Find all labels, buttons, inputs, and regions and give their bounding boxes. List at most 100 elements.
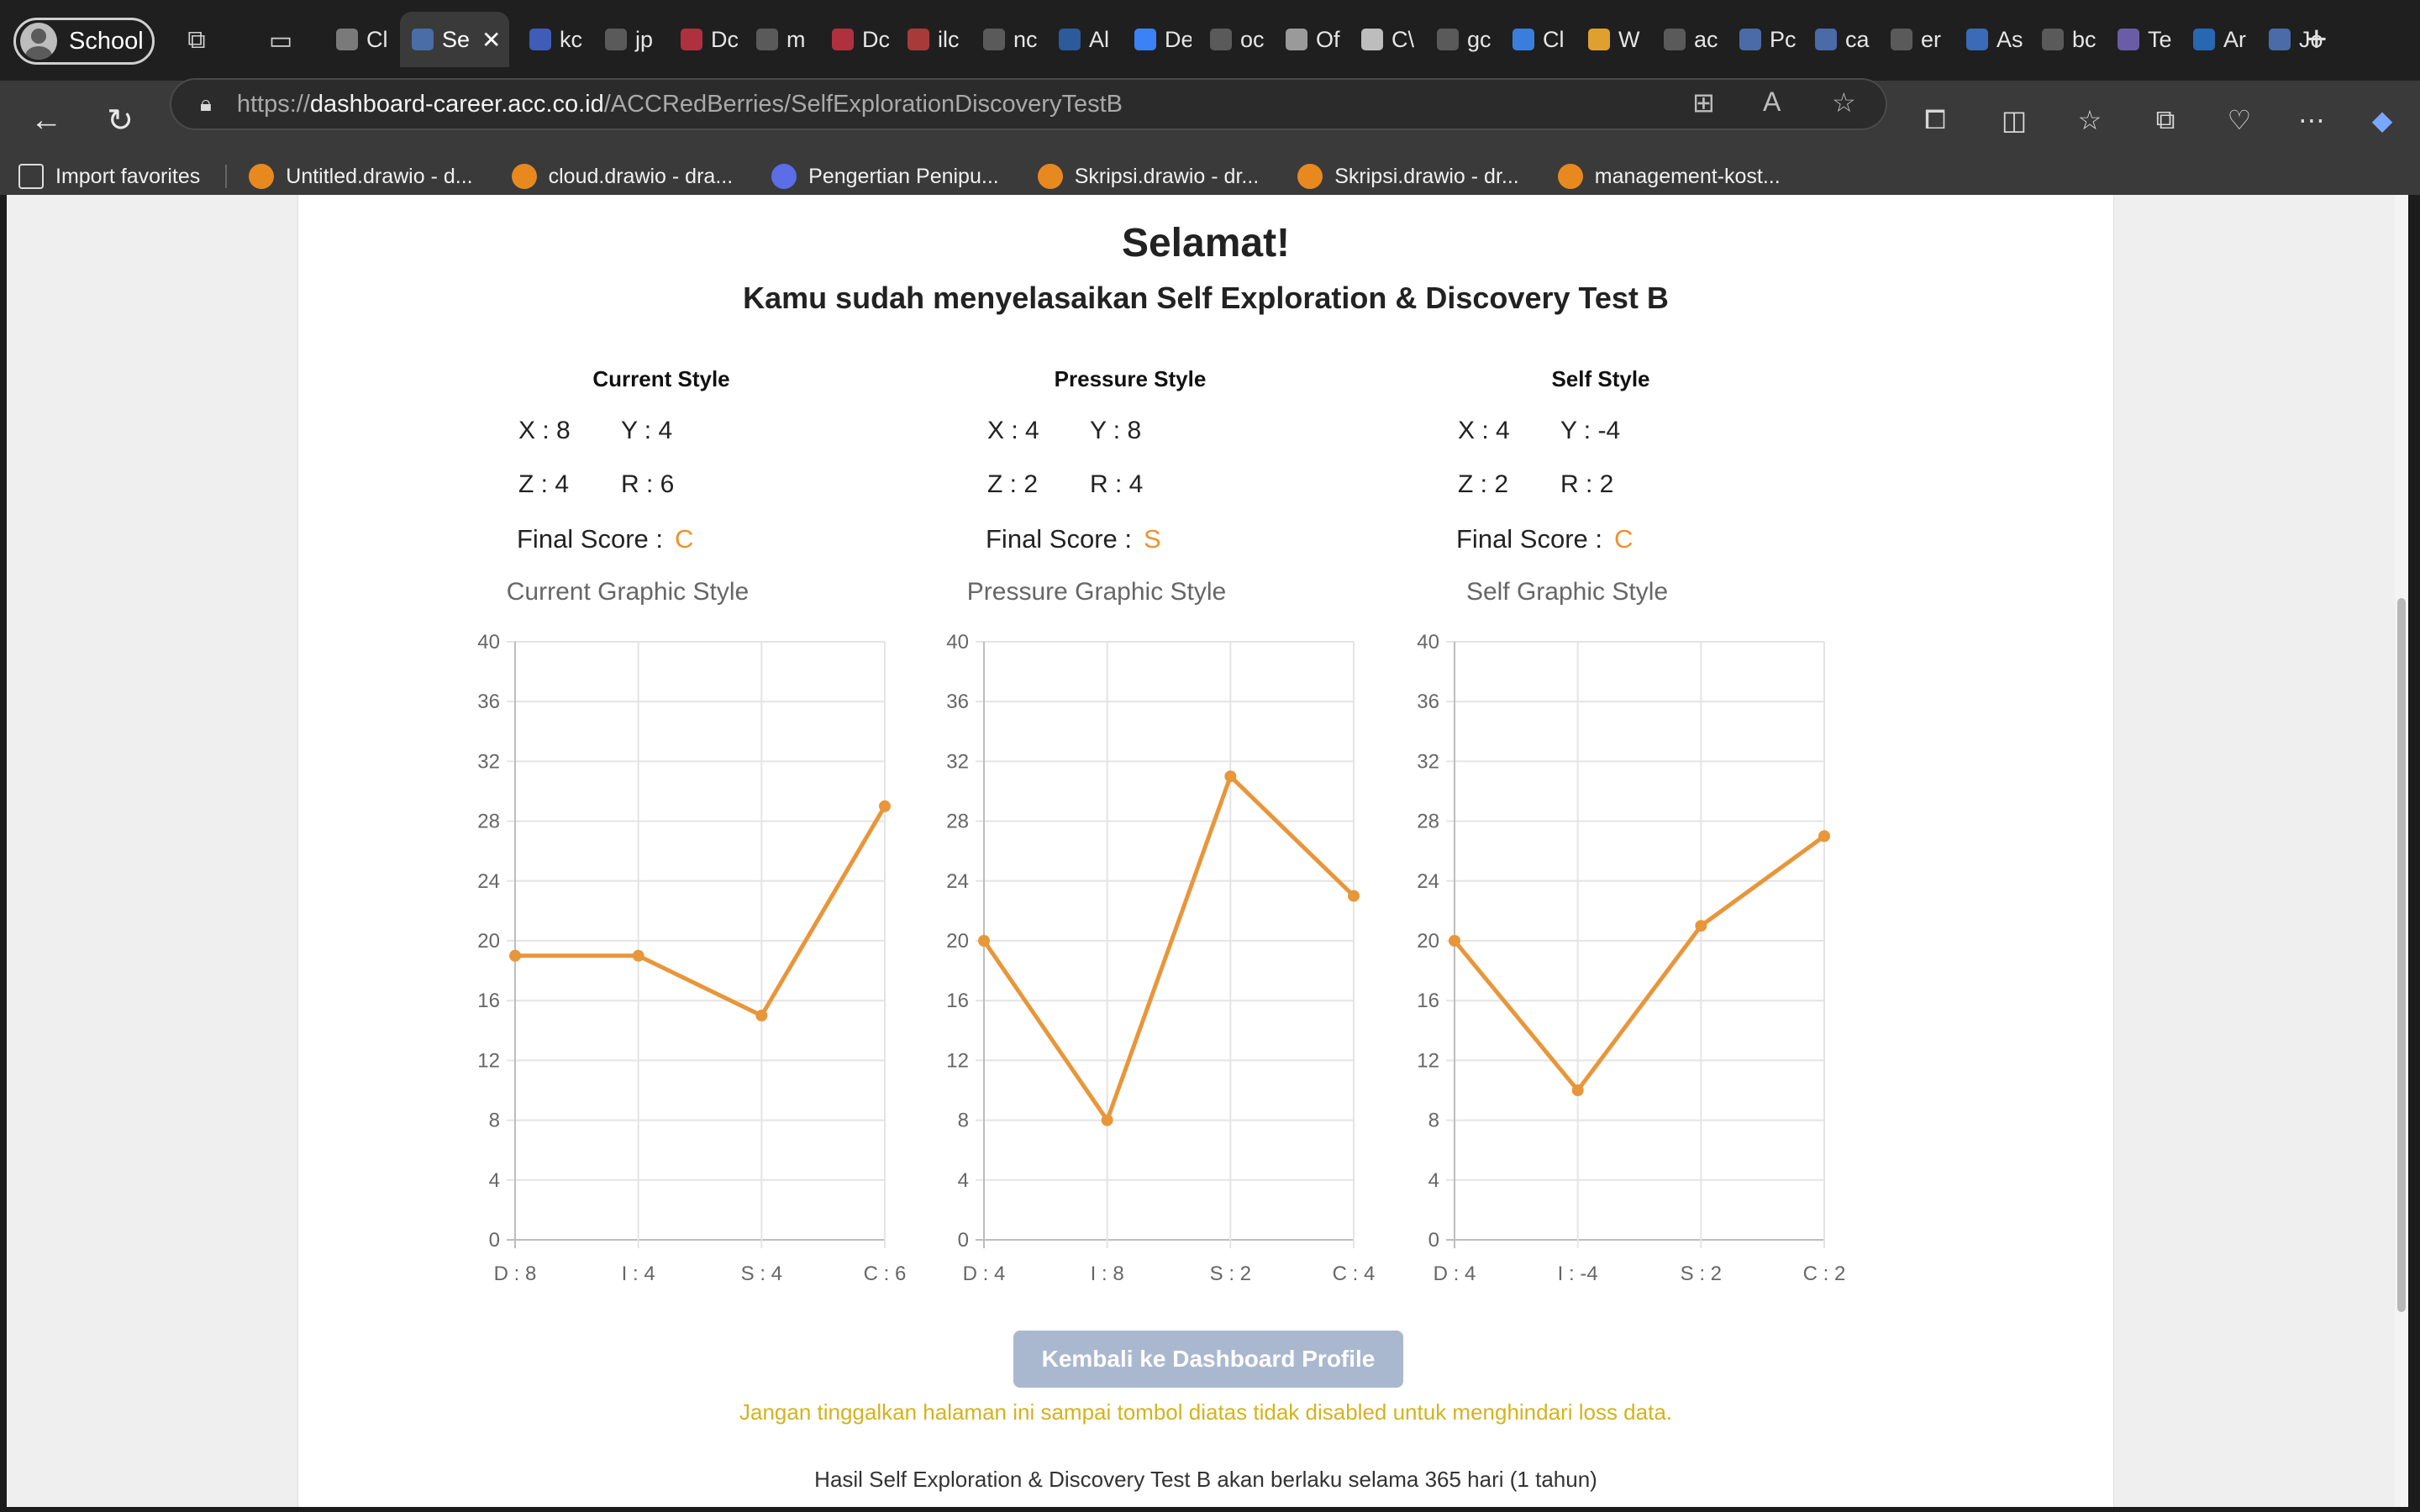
- browser-tab[interactable]: ac: [1652, 12, 1721, 67]
- data-point[interactable]: [978, 935, 990, 947]
- close-tab-icon[interactable]: ✕: [481, 26, 501, 54]
- page-subtitle: Kamu sudah menyelasaikan Self Exploratio…: [743, 281, 1669, 315]
- tab-label: jp: [635, 26, 654, 52]
- data-point[interactable]: [1224, 770, 1237, 783]
- series-line: [981, 774, 1355, 1123]
- browser-tab[interactable]: nc: [971, 12, 1040, 67]
- y-tick-label: 4: [958, 1169, 969, 1192]
- favorite-item[interactable]: Pengertian Penipu...: [771, 164, 999, 189]
- browser-essentials-icon[interactable]: ♡: [2218, 99, 2260, 141]
- favorite-item[interactable]: management-kost...: [1557, 164, 1781, 189]
- data-point[interactable]: [1348, 890, 1360, 902]
- browser-tab[interactable]: Dc: [820, 12, 889, 67]
- browser-tab[interactable]: Se ✕: [400, 12, 509, 67]
- browser-tab[interactable]: Ar: [2181, 12, 2250, 67]
- browser-tab[interactable]: Te: [2106, 12, 2175, 67]
- tab-favicon-icon: [605, 29, 627, 50]
- profile-button[interactable]: School: [13, 18, 155, 65]
- page-viewport: Selamat! Kamu sudah menyelasaikan Self E…: [7, 195, 2408, 1507]
- data-point[interactable]: [1695, 920, 1707, 932]
- lock-icon[interactable]: 🔒︎: [200, 91, 212, 118]
- score-x: X : 8: [518, 417, 571, 444]
- browser-tab[interactable]: gc: [1425, 12, 1494, 67]
- browser-tab[interactable]: ca: [1803, 12, 1872, 67]
- browser-tab[interactable]: ilc: [896, 12, 965, 67]
- more-menu-icon[interactable]: ⋯: [2291, 99, 2333, 141]
- data-point[interactable]: [1101, 1114, 1113, 1126]
- x-tick-label: C : 6: [864, 1263, 907, 1285]
- browser-tab[interactable]: Of: [1274, 12, 1343, 67]
- data-point[interactable]: [879, 800, 891, 812]
- browser-tab[interactable]: m: [744, 12, 813, 67]
- back-arrow-icon[interactable]: ←: [25, 99, 67, 141]
- browser-tab[interactable]: C\: [1349, 12, 1418, 67]
- browser-tab[interactable]: er: [1879, 12, 1948, 67]
- extensions-icon[interactable]: ⧠: [1914, 99, 1956, 141]
- final-score: Final Score : C: [1456, 524, 1633, 554]
- data-point[interactable]: [755, 1010, 768, 1021]
- workspaces-icon[interactable]: ⧉: [178, 22, 215, 59]
- favorite-item[interactable]: Skripsi.drawio - dr...: [1297, 164, 1519, 189]
- tab-label: De: [1165, 26, 1192, 52]
- back-to-dashboard-button[interactable]: Kembali ke Dashboard Profile: [1013, 1331, 1403, 1388]
- new-tab-button[interactable]: +: [2306, 18, 2328, 60]
- tab-label: ilc: [938, 26, 960, 52]
- collections-icon[interactable]: ⧉: [2144, 99, 2186, 141]
- score-z: Z : 2: [987, 470, 1039, 498]
- browser-tab[interactable]: Pc: [1728, 12, 1797, 67]
- profile-label: School: [69, 27, 144, 55]
- browser-tab[interactable]: Cl: [324, 12, 393, 67]
- data-point[interactable]: [1571, 1084, 1584, 1096]
- tab-label: As: [1996, 26, 2023, 52]
- browser-tab[interactable]: Al: [1047, 12, 1116, 67]
- y-tick-label: 8: [958, 1110, 969, 1132]
- browser-tab[interactable]: kc: [518, 12, 587, 67]
- favorite-item[interactable]: Untitled.drawio - d...: [249, 164, 473, 189]
- favorite-item[interactable]: Import favorites: [18, 164, 200, 189]
- browser-tab[interactable]: As: [1954, 12, 2023, 67]
- split-screen-icon[interactable]: ◫: [1993, 99, 2035, 141]
- browser-tab[interactable]: W: [1576, 12, 1645, 67]
- data-point[interactable]: [509, 949, 521, 962]
- y-tick-label: 0: [489, 1229, 500, 1252]
- x-tick-label: D : 4: [963, 1263, 1006, 1285]
- browser-tab[interactable]: Dc: [669, 12, 738, 67]
- copilot-icon[interactable]: ◆: [2361, 99, 2403, 141]
- final-score-value: C: [1614, 524, 1634, 554]
- browser-tab[interactable]: oc: [1198, 12, 1267, 67]
- favorite-item[interactable]: Skripsi.drawio - dr...: [1037, 164, 1259, 189]
- scrollbar-thumb[interactable]: [2397, 598, 2406, 1312]
- favorites-icon[interactable]: ☆: [2069, 99, 2111, 141]
- browser-tab[interactable]: Cl: [1501, 12, 1570, 67]
- browser-tab[interactable]: jp: [593, 12, 662, 67]
- app-available-icon[interactable]: ⊞: [1692, 87, 1715, 118]
- favorite-label: Import favorites: [55, 164, 201, 188]
- tab-actions-icon[interactable]: ▭: [262, 22, 299, 59]
- refresh-icon[interactable]: ↻: [99, 99, 141, 141]
- y-tick-label: 12: [946, 1049, 969, 1072]
- browser-tab[interactable]: bc: [2030, 12, 2099, 67]
- x-tick-label: S : 2: [1210, 1263, 1251, 1285]
- drawio-icon: [511, 164, 537, 189]
- favorite-item[interactable]: cloud.drawio - dra...: [511, 164, 733, 189]
- data-point[interactable]: [1818, 830, 1830, 843]
- browser-tab-strip: School ⧉ ▭ Cl Se ✕ kc jp Dc m Dc ilc nc Al De oc Of C\…: [0, 0, 2420, 81]
- favorite-label: Skripsi.drawio - dr...: [1334, 164, 1519, 188]
- y-tick-label: 20: [946, 930, 969, 953]
- y-tick-label: 0: [958, 1229, 969, 1252]
- y-tick-label: 28: [1417, 811, 1439, 833]
- add-favorite-icon[interactable]: ☆: [1832, 87, 1856, 118]
- browser-tab[interactable]: De: [1123, 12, 1192, 67]
- read-aloud-icon[interactable]: A: [1763, 87, 1781, 118]
- tab-label: C\: [1392, 26, 1414, 52]
- tab-favicon-icon: [908, 29, 929, 50]
- favorites-divider: [225, 165, 228, 188]
- tab-label: Dc: [711, 26, 738, 52]
- drawio-icon: [771, 164, 797, 189]
- data-point[interactable]: [1449, 935, 1460, 947]
- data-point[interactable]: [632, 949, 644, 962]
- tab-label: Cl: [1543, 26, 1565, 52]
- tab-favicon-icon: [336, 29, 358, 50]
- x-tick-label: S : 4: [741, 1263, 782, 1285]
- url-field[interactable]: 🔒︎ https://dashboard-career.acc.co.id/AC…: [170, 78, 1887, 130]
